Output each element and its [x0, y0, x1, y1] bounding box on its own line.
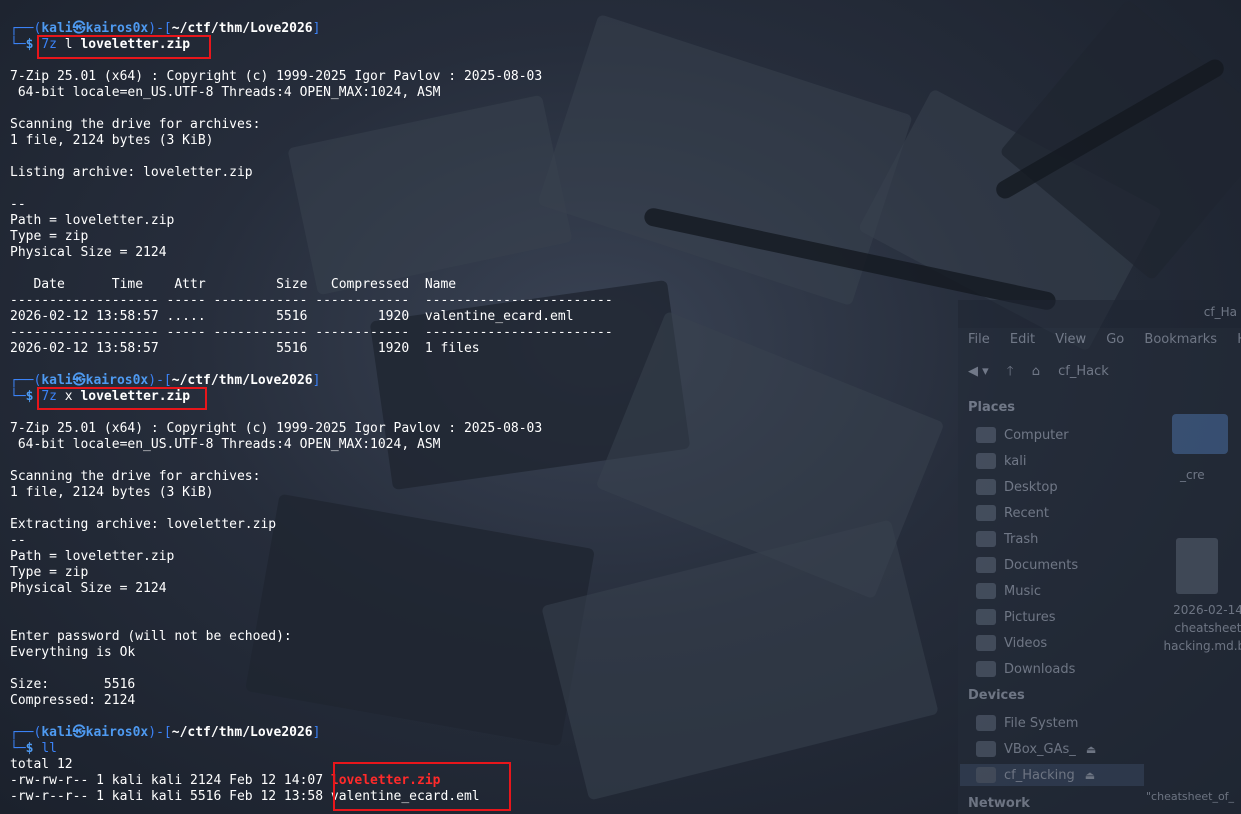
table-header: Date Time Attr Size Compressed Name [10, 277, 457, 292]
output-line: Enter password (will not be echoed): [10, 629, 292, 644]
terminal-output[interactable]: ┌──(kali㉿kairos0x)-[~/ctf/thm/Love2026] … [0, 0, 1241, 814]
output-line: Everything is Ok [10, 645, 136, 660]
files-highlight-box [333, 762, 511, 811]
table-rule: ------------------- ----- ------------ -… [10, 293, 613, 308]
table-row: 2026-02-12 13:58:57 ..... 5516 1920 vale… [10, 309, 574, 324]
output-line: 1 file, 2124 bytes (3 KiB) [10, 485, 214, 500]
output-line: Type = zip [10, 565, 89, 580]
output-line: Physical Size = 2124 [10, 581, 167, 596]
output-line: Physical Size = 2124 [10, 245, 167, 260]
output-line: Path = loveletter.zip [10, 213, 175, 228]
output-line: Scanning the drive for archives: [10, 469, 261, 484]
output-line: 64-bit locale=en_US.UTF-8 Threads:4 OPEN… [10, 437, 441, 452]
command-highlight-box [37, 387, 207, 410]
output-line: 7-Zip 25.01 (x64) : Copyright (c) 1999-2… [10, 421, 543, 436]
command-highlight-box [37, 35, 211, 59]
output-line: Type = zip [10, 229, 89, 244]
prompt-line: ┌──(kali㉿kairos0x)-[~/ctf/thm/Love2026] [10, 725, 321, 740]
output-line: Listing archive: loveletter.zip [10, 165, 253, 180]
output-line: 7-Zip 25.01 (x64) : Copyright (c) 1999-2… [10, 69, 543, 84]
output-line: Path = loveletter.zip [10, 549, 175, 564]
output-line: Compressed: 2124 [10, 693, 136, 708]
command-line: └─$ ll [10, 741, 57, 756]
output-line: Scanning the drive for archives: [10, 117, 261, 132]
table-total: 2026-02-12 13:58:57 5516 1920 1 files [10, 341, 480, 356]
output-line: -- [10, 197, 26, 212]
output-line: Extracting archive: loveletter.zip [10, 517, 277, 532]
table-rule: ------------------- ----- ------------ -… [10, 325, 613, 340]
output-line: 64-bit locale=en_US.UTF-8 Threads:4 OPEN… [10, 85, 441, 100]
output-line: total 12 [10, 757, 73, 772]
output-line: -- [10, 533, 26, 548]
output-line: 1 file, 2124 bytes (3 KiB) [10, 133, 214, 148]
output-line: Size: 5516 [10, 677, 136, 692]
